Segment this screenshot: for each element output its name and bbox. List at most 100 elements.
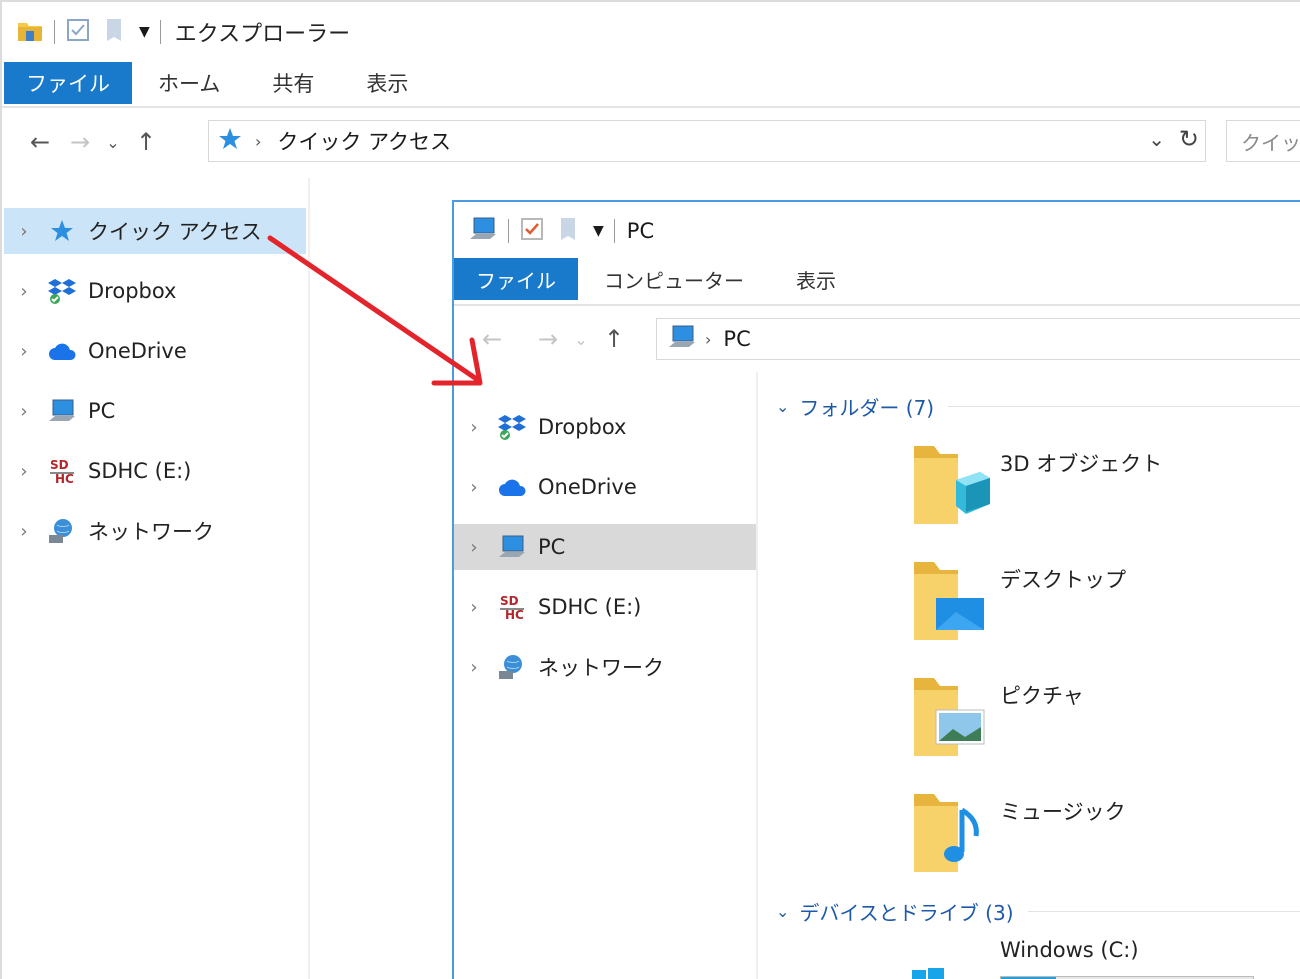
customize-quick-access-icon[interactable]: ▼ [139, 24, 150, 40]
desktop-folder-icon [910, 558, 990, 642]
forward-arrow-icon[interactable]: → [60, 122, 100, 162]
sidebar-item-onedrive[interactable]: › OneDrive [4, 328, 306, 374]
customize-quick-access-icon[interactable]: ▼ [593, 223, 604, 239]
address-dropdown-icon[interactable]: ⌄ [1148, 127, 1165, 151]
back-arrow-icon[interactable]: ← [20, 122, 60, 162]
folder-name: 3D オブジェクト [1000, 452, 1163, 476]
sidebar-item-onedrive[interactable]: › OneDrive [454, 464, 756, 510]
sidebar-item-pc[interactable]: › PC [4, 388, 306, 434]
sidebar-item-label: Dropbox [88, 279, 177, 303]
inner-explorer-window: ▼ PC ファイル コンピューター 表示 ← → ⌄ ↑ › PC › Drop… [452, 200, 1300, 979]
inner-navigation-pane: › Dropbox › OneDrive › PC › SD HC SDHC (… [454, 372, 758, 979]
expand-chevron-icon[interactable]: › [454, 537, 494, 558]
tab-view[interactable]: 表示 [340, 62, 434, 104]
sidebar-item-network[interactable]: › ネットワーク [454, 644, 756, 690]
search-input[interactable]: クイック [1226, 120, 1300, 162]
properties-check-icon[interactable] [65, 17, 91, 47]
expand-chevron-icon[interactable]: › [454, 417, 494, 438]
recent-locations-chevron-icon[interactable]: ⌄ [100, 122, 126, 162]
group-header-devices[interactable]: ⌄ デバイスとドライブ (3) [776, 894, 1300, 928]
tab-computer[interactable]: コンピューター [578, 258, 770, 300]
expand-chevron-icon[interactable]: › [454, 477, 494, 498]
address-location[interactable]: クイック アクセス [277, 126, 451, 156]
outer-navigation-pane: › クイック アクセス › Dropbox › OneDrive › PC › … [4, 178, 310, 979]
dropbox-icon [494, 412, 530, 442]
dropbox-icon [44, 276, 80, 306]
address-bar[interactable]: › クイック アクセス ⌄ ↻ [208, 120, 1206, 162]
network-icon [494, 652, 530, 682]
sd-card-icon: SD HC [44, 456, 80, 486]
sidebar-item-label: ネットワーク [538, 656, 664, 680]
windows-drive-icon [912, 968, 946, 979]
forward-arrow-icon[interactable]: → [528, 319, 568, 359]
sidebar-item-network[interactable]: › ネットワーク [4, 508, 306, 554]
tab-view[interactable]: 表示 [770, 258, 862, 300]
address-bar[interactable]: › PC [656, 318, 1300, 360]
drive-item[interactable]: Windows (C:) [910, 932, 1300, 979]
window-title: エクスプローラー [174, 22, 351, 47]
tab-home[interactable]: ホーム [132, 62, 246, 104]
folder-name: ピクチャ [1000, 684, 1084, 708]
sidebar-item-label: OneDrive [538, 475, 637, 499]
refresh-icon[interactable]: ↻ [1179, 125, 1199, 153]
sidebar-item-label: ネットワーク [88, 520, 214, 544]
computer-icon[interactable] [468, 215, 498, 247]
breadcrumb-chevron-icon[interactable]: › [255, 132, 261, 151]
computer-icon [494, 532, 530, 562]
drive-name: Windows (C:) [1000, 938, 1139, 962]
sidebar-item-label: PC [88, 399, 116, 423]
collapse-chevron-icon[interactable]: ⌄ [776, 902, 789, 921]
address-location[interactable]: PC [723, 327, 750, 351]
folder-item[interactable]: デスクトップ [910, 558, 1290, 668]
expand-chevron-icon[interactable]: › [4, 401, 44, 422]
divider [454, 304, 1300, 306]
expand-chevron-icon[interactable]: › [4, 281, 44, 302]
expand-chevron-icon[interactable]: › [454, 657, 494, 678]
ribbon-tabs: ファイル ホーム 共有 表示 [4, 62, 434, 104]
svg-text:SD: SD [500, 594, 519, 608]
expand-chevron-icon[interactable]: › [454, 597, 494, 618]
expand-chevron-icon[interactable]: › [4, 521, 44, 542]
expand-chevron-icon[interactable]: › [4, 221, 44, 242]
computer-icon [44, 396, 80, 426]
folder-name: ミュージック [1000, 800, 1126, 824]
folder-item[interactable]: ミュージック [910, 790, 1290, 900]
cloud-icon [44, 336, 80, 366]
group-label: フォルダー (7) [799, 395, 935, 420]
tab-file[interactable]: ファイル [454, 258, 578, 300]
folder-icon[interactable] [16, 17, 44, 47]
sidebar-item-quick-access[interactable]: › クイック アクセス [4, 208, 306, 254]
svg-text:HC: HC [55, 472, 74, 486]
folder-item[interactable]: ピクチャ [910, 674, 1290, 784]
expand-chevron-icon[interactable]: › [4, 461, 44, 482]
folder-item[interactable]: 3D オブジェクト [910, 442, 1290, 552]
sidebar-item-dropbox[interactable]: › Dropbox [454, 404, 756, 450]
up-arrow-icon[interactable]: ↑ [126, 122, 166, 162]
expand-chevron-icon[interactable]: › [4, 341, 44, 362]
recent-locations-chevron-icon[interactable]: ⌄ [568, 319, 594, 359]
new-folder-icon[interactable] [557, 216, 579, 246]
star-icon [44, 216, 80, 246]
folder-name: デスクトップ [1000, 568, 1126, 592]
sidebar-item-sdhc[interactable]: › SD HC SDHC (E:) [4, 448, 306, 494]
tab-file[interactable]: ファイル [4, 62, 132, 104]
up-arrow-icon[interactable]: ↑ [594, 319, 634, 359]
new-folder-icon[interactable] [103, 17, 125, 47]
properties-check-icon[interactable] [519, 216, 545, 246]
back-arrow-icon[interactable]: ← [472, 319, 512, 359]
sidebar-item-label: SDHC (E:) [538, 595, 642, 619]
breadcrumb-chevron-icon[interactable]: › [705, 330, 711, 349]
collapse-chevron-icon[interactable]: ⌄ [776, 397, 789, 416]
sidebar-item-pc[interactable]: › PC [454, 524, 756, 570]
sidebar-item-sdhc[interactable]: › SD HC SDHC (E:) [454, 584, 756, 630]
sidebar-item-dropbox[interactable]: › Dropbox [4, 268, 306, 314]
inner-title-bar: ▼ PC [454, 202, 1300, 260]
tab-share[interactable]: 共有 [246, 62, 340, 104]
group-label: デバイスとドライブ (3) [799, 900, 1014, 925]
window-title: PC [626, 219, 655, 243]
navigation-bar: ← → ⌄ ↑ › クイック アクセス ⌄ ↻ クイック [2, 118, 1300, 166]
group-header-folders[interactable]: ⌄ フォルダー (7) [776, 389, 1300, 423]
svg-text:HC: HC [505, 608, 524, 622]
network-icon [44, 516, 80, 546]
pictures-folder-icon [910, 674, 990, 758]
